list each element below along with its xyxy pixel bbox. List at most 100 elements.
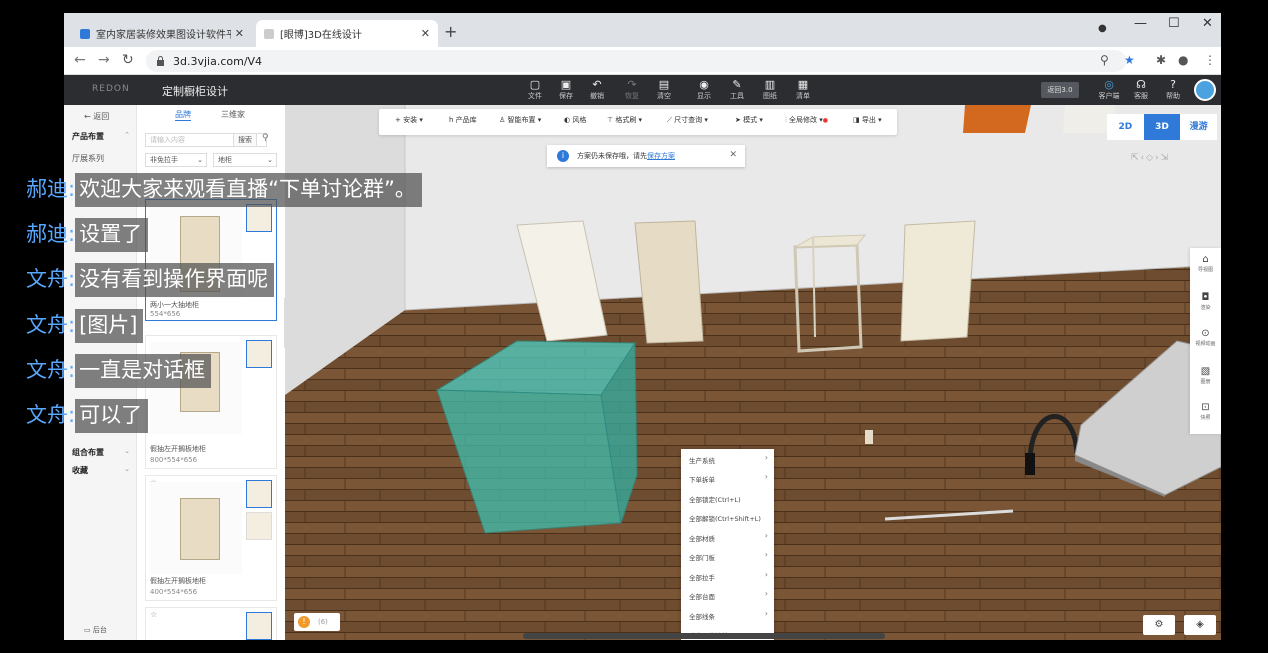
toolbar-file-button[interactable]: ▢ 文件: [520, 78, 550, 101]
toolbar-redo-button[interactable]: ↷ 恢复: [617, 78, 647, 101]
render-button[interactable]: ◘ 渲染: [1190, 292, 1221, 312]
search-button[interactable]: 搜索: [233, 133, 257, 147]
variant-thumbnail[interactable]: [246, 340, 272, 368]
menu-item-production[interactable]: 生产系统: [689, 455, 715, 465]
cabinet-panel[interactable]: [634, 220, 704, 344]
extensions-icon[interactable]: ✱: [1156, 53, 1166, 67]
service-button[interactable]: ☊ 客服: [1126, 78, 1156, 101]
variant-thumbnail[interactable]: [246, 612, 272, 640]
cube-view-icon[interactable]: ◈: [1184, 615, 1216, 635]
toolbar-label: 清单: [796, 92, 810, 100]
zoom-icon[interactable]: ⚲: [1100, 53, 1109, 67]
menu-item-all-materials[interactable]: 全部材质: [689, 533, 715, 543]
horizontal-scrollbar[interactable]: [523, 633, 885, 639]
toolbar-display-button[interactable]: ◉ 显示: [689, 78, 719, 101]
favorite-star-icon[interactable]: ☆: [150, 610, 157, 619]
back-arrow-icon[interactable]: ←: [74, 52, 86, 68]
style-button[interactable]: ◐ 风格: [564, 115, 586, 125]
navigation-compass-icon[interactable]: ⇱‹◇›⇲: [1131, 153, 1170, 163]
menu-item-order-split[interactable]: 下单拆单: [689, 474, 715, 484]
menu-item-all-countertops[interactable]: 全部台面: [689, 591, 715, 601]
format-brush-dropdown[interactable]: ⊤ 格式刷 ▾: [607, 115, 642, 125]
toolbar-undo-button[interactable]: ↶ 撤销: [582, 78, 612, 101]
product-card[interactable]: ☆: [145, 607, 277, 640]
browser-tab-1[interactable]: 室内家居装修效果图设计软件平台 ✕: [72, 20, 252, 47]
client-button[interactable]: ◎ 客户端: [1094, 78, 1124, 101]
cabinet-panel[interactable]: [900, 220, 976, 342]
panel-label: 快照: [1200, 415, 1211, 421]
warning-indicator[interactable]: ! (6): [294, 613, 340, 631]
handle-filter-select[interactable]: 非免拉手 ⌄: [145, 153, 207, 167]
new-tab-icon[interactable]: +: [444, 22, 457, 41]
category-product-layout[interactable]: 产品布置: [72, 131, 104, 142]
mode-dropdown[interactable]: ➤ 模式 ▾: [735, 115, 763, 125]
smart-layout-dropdown[interactable]: ♙ 智能布置 ▾: [499, 115, 541, 125]
product-library-button[interactable]: h 产品库: [449, 115, 477, 125]
install-dropdown[interactable]: + 安装 ▾: [395, 115, 423, 125]
smart-layout-icon: ♙: [499, 116, 508, 124]
toolbar-tools-button[interactable]: ✎ 工具: [722, 78, 752, 101]
user-avatar[interactable]: [1194, 79, 1216, 101]
product-card[interactable]: 两小一大抽地柜 554*656: [145, 199, 277, 321]
tab-3vjia[interactable]: 三维家: [221, 109, 245, 120]
product-card[interactable]: ☆ 假抽左开搁板地柜 400*554*656: [145, 475, 277, 601]
category-combo-layout[interactable]: 组合布置: [72, 447, 104, 458]
window-close-icon[interactable]: ✕: [1202, 16, 1213, 31]
return-v3-button[interactable]: 返回3.0: [1041, 82, 1079, 98]
back-link[interactable]: ← 返回: [84, 111, 109, 122]
toolbar-drawings-button[interactable]: ▥ 图纸: [755, 78, 785, 101]
tab-brand[interactable]: 品牌: [175, 109, 191, 121]
snapshot-button[interactable]: ⊡ 快照: [1190, 402, 1221, 422]
backstage-link[interactable]: ▭ 后台: [84, 625, 107, 635]
album-button[interactable]: ▧ 图册: [1190, 366, 1221, 386]
view-roam-button[interactable]: 漫游: [1180, 114, 1217, 140]
bookmark-star-icon[interactable]: ★: [1124, 53, 1135, 67]
menu-item-all-trims[interactable]: 全部线条: [689, 611, 715, 621]
toolbar-save-button[interactable]: ▣ 保存: [551, 78, 581, 101]
export-dropdown[interactable]: ◨ 导出 ▾: [853, 115, 882, 125]
record-icon[interactable]: ●: [1098, 23, 1107, 34]
view-2d-button[interactable]: 2D: [1107, 114, 1144, 140]
help-button[interactable]: ? 帮助: [1158, 78, 1188, 101]
category-favorites[interactable]: 收藏: [72, 465, 88, 476]
toolbar-list-button[interactable]: ▦ 清单: [788, 78, 818, 101]
dimension-query-dropdown[interactable]: ⟋ 尺寸查询 ▾: [667, 115, 708, 125]
close-notice-icon[interactable]: ✕: [729, 150, 737, 160]
category-showroom-series[interactable]: 厅展系列: [72, 153, 104, 164]
settings-gear-icon[interactable]: ⚙: [1143, 615, 1175, 635]
close-tab-icon[interactable]: ✕: [235, 27, 244, 40]
filter-icon[interactable]: ⚲: [262, 133, 269, 143]
maximize-icon[interactable]: ☐: [1168, 16, 1180, 31]
dropdown-label: 格式刷 ▾: [615, 116, 643, 124]
menu-item-all-doors[interactable]: 全部门板: [689, 552, 715, 562]
chat-message: 文舟: 一直是对话框: [26, 354, 212, 388]
cabinet-type-select[interactable]: 地柜 ⌄: [213, 153, 277, 167]
url-field[interactable]: 3d.3vjia.com/V4: [146, 50, 1126, 72]
view-3d-button[interactable]: 3D: [1143, 114, 1181, 140]
save-plan-link[interactable]: 保存方案: [647, 151, 675, 161]
reload-icon[interactable]: ↻: [122, 52, 134, 68]
toolbar-clear-button[interactable]: ▤ 清空: [649, 78, 679, 101]
toolbar-label: 客户端: [1098, 92, 1120, 100]
variant-thumbnail[interactable]: [246, 512, 272, 540]
menu-item-all-handles[interactable]: 全部拉手: [689, 572, 715, 582]
browser-menu-icon[interactable]: ⋮: [1204, 53, 1216, 67]
menu-item-lock-all[interactable]: 全部锁定(Ctrl+L): [689, 494, 741, 504]
browser-tab-2[interactable]: [眼博]3D在线设计 ✕: [256, 20, 438, 47]
minimize-icon[interactable]: —: [1134, 16, 1147, 31]
global-edit-dropdown[interactable]: ⫶ 全局修改 ▾●: [785, 115, 828, 125]
chevron-down-icon: ⌄: [267, 156, 273, 164]
forward-arrow-icon[interactable]: →: [98, 52, 110, 68]
variant-thumbnail[interactable]: [246, 204, 272, 232]
menu-item-unlock-all[interactable]: 全部解锁(Ctrl+Shift+L): [689, 513, 761, 523]
profile-icon[interactable]: ●: [1178, 53, 1188, 67]
3d-viewport[interactable]: + 安装 ▾ h 产品库 ♙ 智能布置 ▾ ◐ 风格 ⊤ 格式刷 ▾ ⟋ 尺寸查…: [285, 105, 1221, 640]
video-animation-button[interactable]: ⊙ 视频动画: [1190, 328, 1221, 348]
guide-view-button[interactable]: ⌂ 导视图: [1190, 254, 1221, 274]
variant-thumbnail[interactable]: [246, 480, 272, 508]
wall-cabinet[interactable]: [963, 105, 1031, 133]
chat-user: 文舟:: [26, 267, 76, 291]
hardware-item[interactable]: [865, 430, 873, 444]
chevron-up-icon: ⌃: [124, 131, 130, 139]
close-tab-icon[interactable]: ✕: [421, 27, 430, 40]
